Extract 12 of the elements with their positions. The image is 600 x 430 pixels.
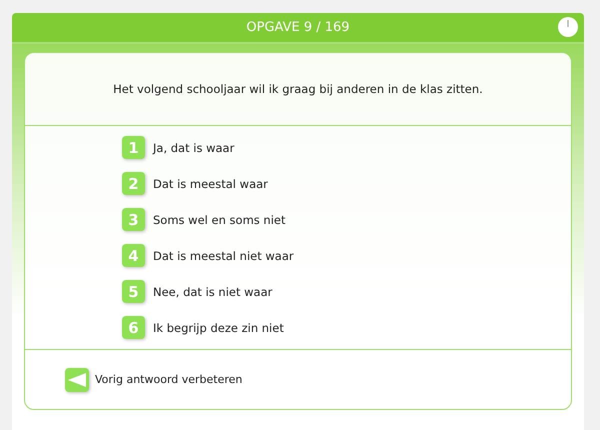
- back-label[interactable]: Vorig antwoord verbeteren: [95, 373, 242, 386]
- answer-option[interactable]: Dat is meestal waar: [153, 176, 268, 190]
- answer-option[interactable]: Soms wel en soms niet: [153, 212, 286, 226]
- exercise-counter: OPGAVE 9 / 169: [246, 20, 350, 35]
- answer-option[interactable]: Ik begrijp deze zin niet: [153, 320, 284, 334]
- question-text: Het volgend schooljaar wil ik graag bij anderen in de klas zitten.: [113, 82, 483, 96]
- answer-option[interactable]: Ja, dat is waar: [153, 140, 234, 154]
- answer-option[interactable]: Dat is meestal niet waar: [153, 248, 294, 262]
- left-arrow-icon: [68, 372, 86, 386]
- back-button[interactable]: [65, 368, 89, 392]
- timer-icon: [558, 17, 578, 37]
- answer-option[interactable]: Nee, dat is niet waar: [153, 284, 272, 298]
